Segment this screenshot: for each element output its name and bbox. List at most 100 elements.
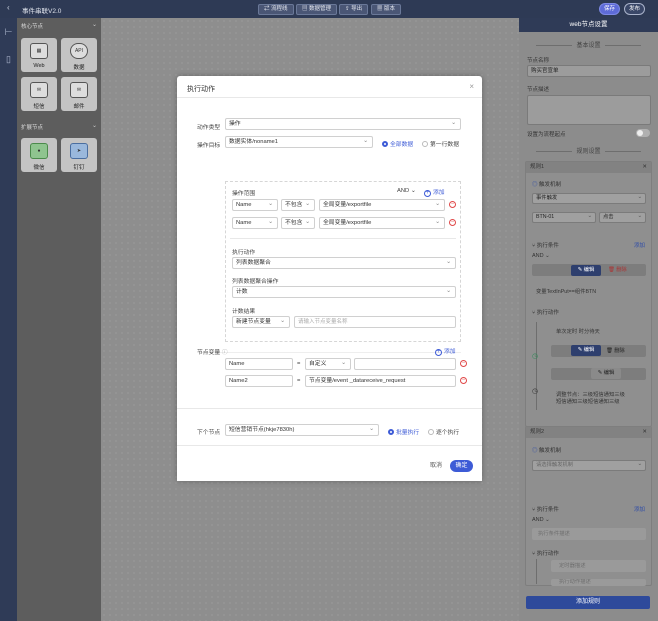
condition-delete-button[interactable]: 🗑 删除 [608,267,627,274]
panel-title: web节点设置 [519,18,658,32]
node-web[interactable]: ▦ Web [21,38,57,72]
close-icon[interactable]: ✕ [642,162,647,173]
scope-op-select[interactable]: 不包含 [281,217,315,229]
equals-sign: = [297,361,301,367]
node-dingtalk[interactable]: ➤ 钉钉 [61,138,97,172]
action-placeholder-2[interactable]: 执行动作描述 [551,579,646,586]
node-wechat[interactable]: ● 微信 [21,138,57,172]
scope-and-select[interactable]: AND ⌄ [397,188,416,194]
radio-all-data[interactable]: 全部数据 [382,139,413,148]
target-icon: ◎ [532,448,538,454]
tree-icon[interactable]: ⊢ [3,27,14,38]
radio-dot [388,429,394,435]
next-node-select[interactable]: 短信营销节点(hkje7830h) [225,424,379,436]
result-type-select[interactable]: 新建节点变量 [232,316,290,328]
scope-value-select[interactable]: 全局变量/exportfile [319,217,445,229]
node-api[interactable]: API 数据 [61,38,97,72]
close-icon[interactable]: ✕ [642,427,647,438]
rule-settings-heading: 规则设置 [519,146,658,155]
node-mail[interactable]: ✉ 邮件 [61,77,97,111]
ext-section-label: 扩展节点 [21,125,44,131]
condition-placeholder[interactable]: 执行条件描述 [532,528,646,540]
scope-op-select[interactable]: 不包含 [281,199,315,211]
back-icon[interactable]: ‹ [7,3,10,12]
node-var-name-input[interactable]: Name [225,358,293,370]
cancel-button[interactable]: 取消 [425,460,447,472]
remove-row-icon[interactable]: − [449,201,456,208]
app-title: 事件串联V2.0 [22,8,62,15]
chevron-down-icon[interactable]: ⌄ [92,122,97,129]
radio-batch-exec[interactable]: 批量执行 [388,427,419,436]
result-name-input[interactable]: 请输入节点变量名称 [294,316,456,328]
trash-icon: 🗑 [606,348,613,354]
radio-each-exec[interactable]: 逐个执行 [428,427,459,436]
condition-add-link[interactable]: 添加 [634,505,645,513]
pencil-icon: ✎ [577,267,583,273]
dingtalk-icon: ➤ [70,143,88,159]
wechat-icon: ● [30,143,48,159]
condition-edit-button[interactable]: ✎ 编辑 [571,265,601,276]
basic-settings-heading: 基本设置 [519,40,658,49]
branch-icon: ⑂ [532,310,536,316]
mail-icon: ✉ [70,82,88,98]
node-var-value-input[interactable] [354,358,456,370]
node-name-label: 节点名称 [527,58,550,64]
exec-action-select[interactable]: 列表数据聚合 [232,257,456,269]
action-type-select[interactable]: 操作 [225,118,461,130]
scope-add-link[interactable]: + 添加 [424,187,445,197]
button-select[interactable]: BTN-01 [532,212,596,223]
action-text: 单次定时 时分待天 [556,329,600,335]
node-var-type-select[interactable]: 自定义 [305,358,351,370]
action-desc: 调整节点：三级短信通知三级短信通知三级短信通知三级 [556,392,625,405]
node-sms[interactable]: ✉ 短信 [21,77,57,111]
plus-circle-icon: + [435,349,442,356]
divider [177,445,482,446]
toolbar-data-button[interactable]: ▤ 数据管理 [296,4,338,15]
aggregate-select[interactable]: 计数 [232,286,456,298]
condition-and-select[interactable]: AND ⌄ [532,253,550,259]
toolbar-version-button[interactable]: ▦ 版本 [371,4,402,15]
set-start-toggle[interactable] [636,129,650,137]
node-var-value-select[interactable]: 节点变量/event _datareceive_request [305,375,456,387]
action2-edit-button[interactable]: ✎ 编辑 [591,368,621,379]
bookmark-icon[interactable]: ▯ [3,54,14,65]
trigger-select[interactable]: 请选择触发机制 [532,460,646,471]
close-icon[interactable]: × [469,82,474,91]
add-rule-button[interactable]: 添加规则 [526,596,650,609]
set-start-label: 设置为流程起点 [527,132,566,138]
action-edit-button[interactable]: ✎ 编辑 [571,345,601,356]
confirm-button[interactable]: 确定 [450,460,473,472]
target-select[interactable]: 数据实体/noname1 [225,136,373,148]
radio-dot [382,141,388,147]
node-var-name-input[interactable]: Name2 [225,375,293,387]
radio-first-row[interactable]: 第一行数据 [422,139,459,148]
radio-dot [428,429,434,435]
flowline-icon: ⇄ [264,6,270,12]
scope-field-select[interactable]: Name [232,199,278,211]
remove-var-icon[interactable]: − [460,360,467,367]
toolbar-flowline-button[interactable]: ⇄ 流程线 [258,4,294,15]
plus-circle-icon: + [424,190,431,197]
target-icon: ◎ [532,182,538,188]
trigger-select[interactable]: 事件触发 [532,193,646,204]
condition-and-select[interactable]: AND ⌄ [532,517,550,523]
node-desc-textarea[interactable] [527,95,651,125]
condition-label: ⑂ 执行条件 [532,243,559,249]
condition-add-link[interactable]: 添加 [634,241,645,249]
scope-value-select[interactable]: 全局变量/exportfile [319,199,445,211]
node-name-input[interactable]: 购买官宣单 [527,65,651,77]
action-delete-button[interactable]: 🗑 删除 [606,348,625,355]
chevron-down-icon[interactable]: ⌄ [92,21,97,28]
save-button[interactable]: 保存 [599,3,620,15]
publish-button[interactable]: 发布 [624,3,645,15]
toolbar-export-button[interactable]: ⇪ 导出 [339,4,369,15]
action-placeholder-1[interactable]: 定时器描述 [551,560,646,572]
remove-row-icon[interactable]: − [449,219,456,226]
event-select[interactable]: 点击 [599,212,646,223]
scope-field-select[interactable]: Name [232,217,278,229]
rule1-header: 规则1 [530,164,545,170]
divider [177,408,482,409]
remove-var-icon[interactable]: − [460,377,467,384]
node-var-add-link[interactable]: + 添加 [435,346,456,356]
timeline-line [536,559,537,584]
